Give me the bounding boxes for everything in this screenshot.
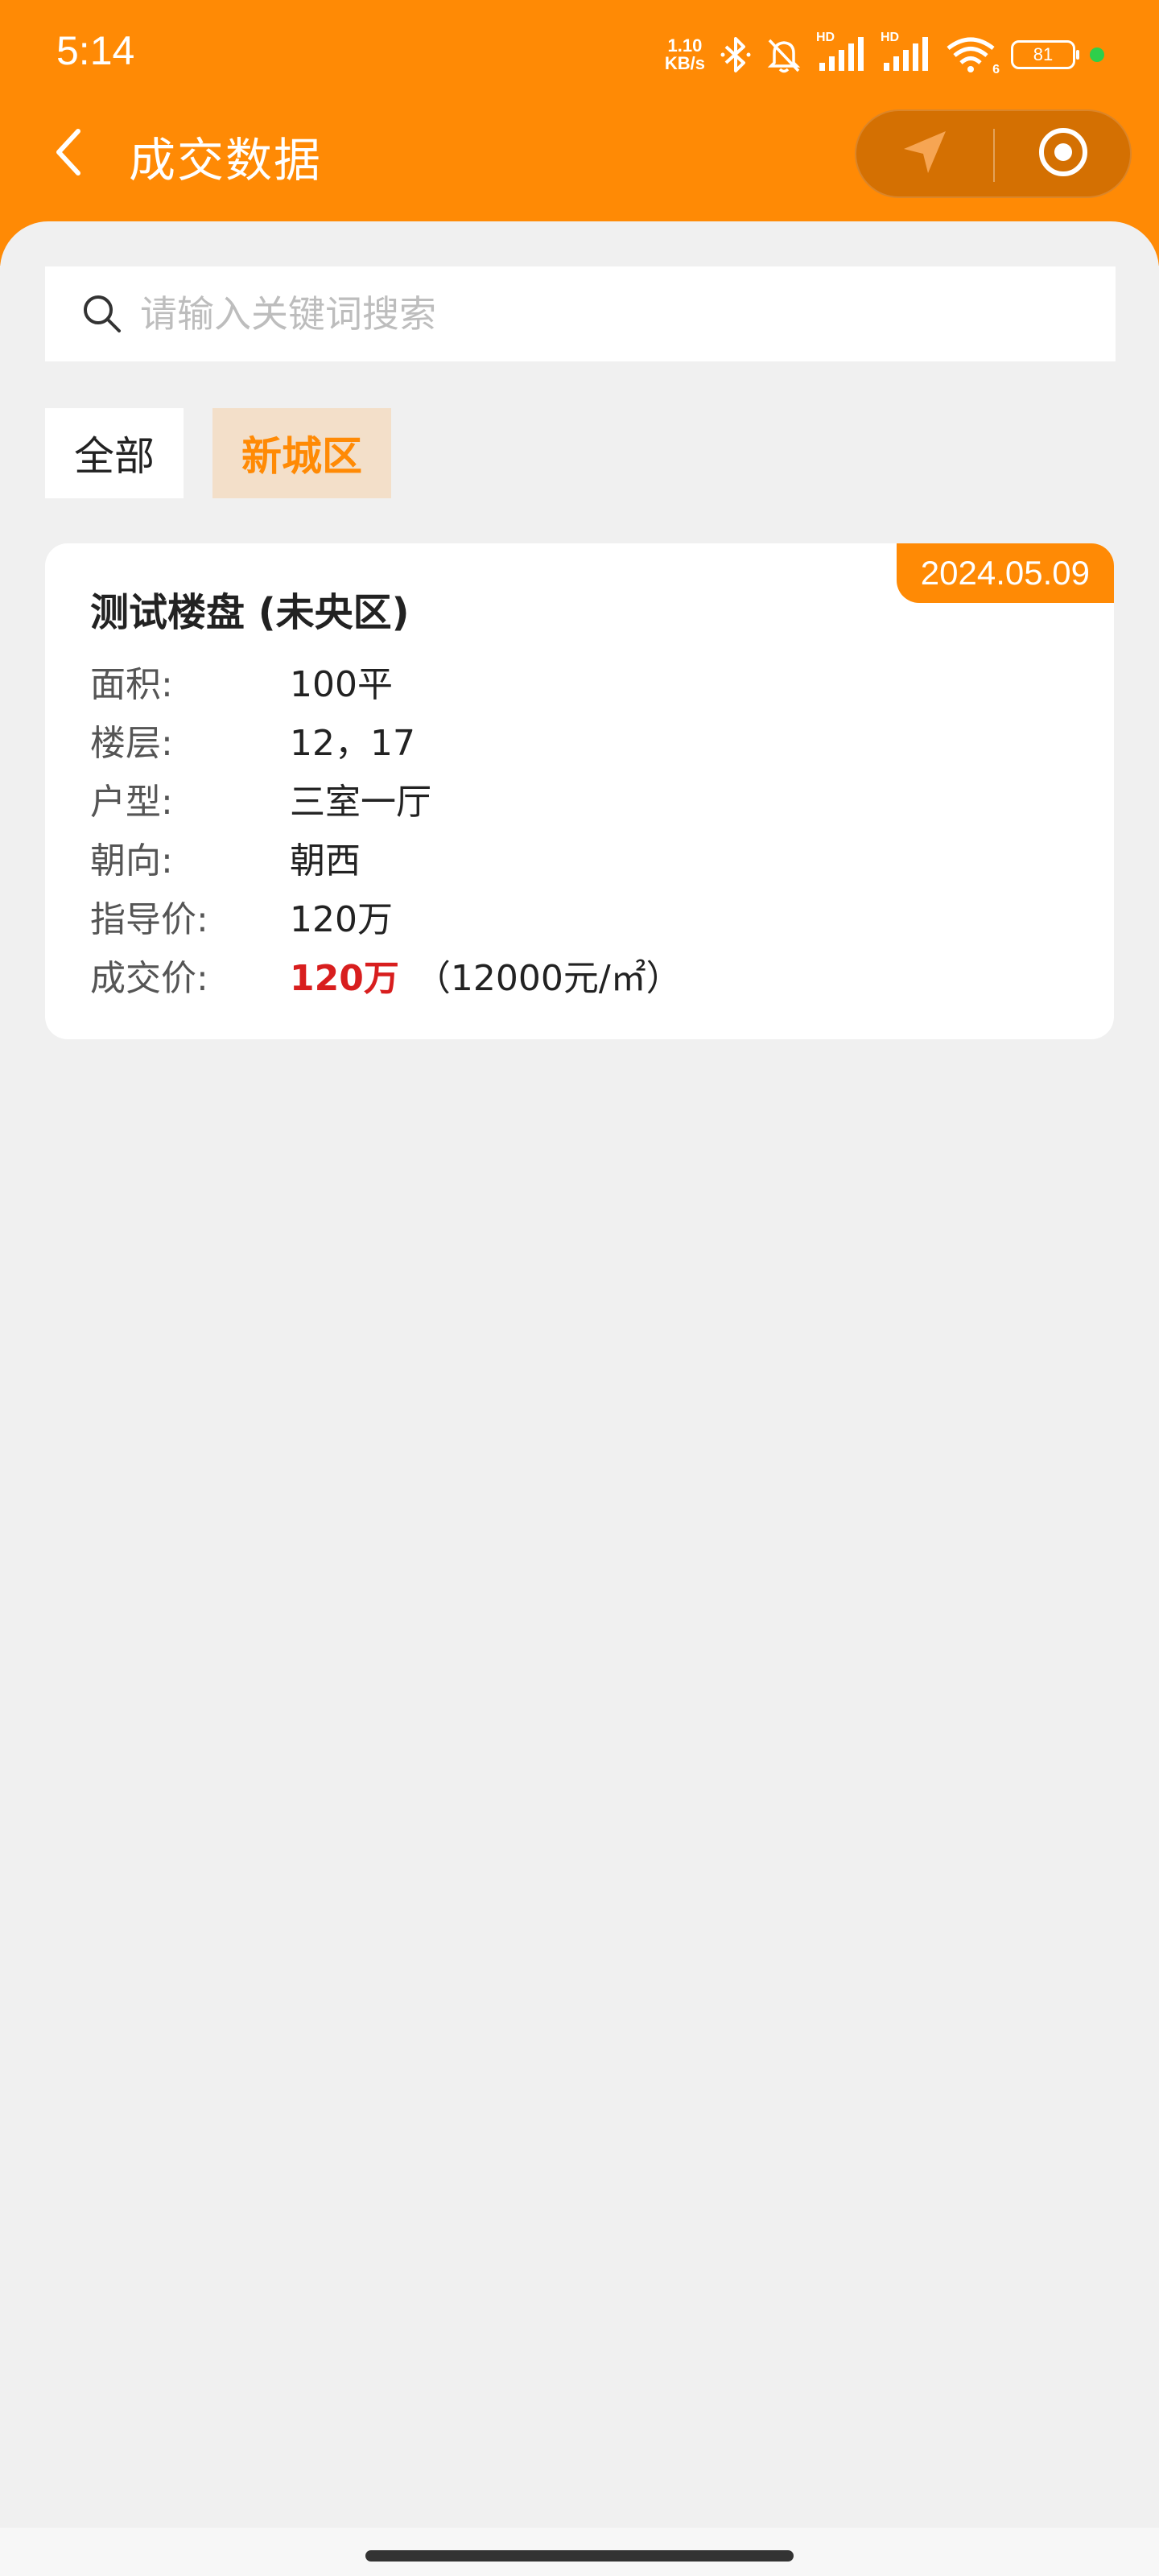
info-row-layout: 户型: 三室一厅 (90, 769, 682, 828)
battery-level: 81 (1033, 44, 1054, 64)
gesture-bar (0, 2528, 1159, 2576)
content-panel: 全部 新城区 2024.05.09 测试楼盘 (未央区) 面积: 100平 楼层… (0, 221, 1159, 2576)
signal-hd-label: HD (881, 31, 900, 44)
info-label: 楼层: (90, 722, 173, 764)
info-label: 成交价: (90, 957, 208, 999)
page-title: 成交数据 (129, 133, 323, 188)
info-value: 120万 (290, 898, 393, 940)
deal-record-card[interactable]: 2024.05.09 测试楼盘 (未央区) 面积: 100平 楼层: 12，17… (45, 543, 1114, 1039)
info-row-area: 面积: 100平 (90, 651, 682, 710)
search-input[interactable] (138, 291, 1067, 336)
signal-hd-label: HD (816, 31, 835, 44)
deal-date-badge: 2024.05.09 (896, 543, 1114, 603)
record-target-icon (1036, 125, 1091, 183)
info-row-deal-price: 成交价: 120万 （12000元/㎡） (90, 945, 682, 1004)
battery-icon: 81 (1011, 40, 1079, 69)
privacy-indicator-dot (1090, 47, 1104, 62)
info-row-guide-price: 指导价: 120万 (90, 886, 682, 945)
filter-tab-all[interactable]: 全部 (45, 408, 184, 498)
info-label: 指导价: (90, 898, 208, 940)
district-filter-tabs: 全部 新城区 (45, 408, 391, 498)
search-icon (80, 292, 124, 336)
home-indicator[interactable] (365, 2550, 794, 2562)
info-label: 面积: (90, 663, 173, 705)
chevron-left-icon (52, 126, 85, 181)
wifi-icon: 6 (945, 35, 1000, 76)
screen: 5:14 1.10 KB/s HD HD 6 81 成交数据 请输入关键词搜索 … (0, 0, 1159, 2576)
unit-price-value: （12000元/㎡） (415, 957, 682, 999)
info-label: 朝向: (90, 840, 173, 881)
filter-tab-xincheng[interactable]: 新城区 (212, 408, 391, 498)
location-button[interactable] (856, 111, 993, 196)
signal-icon: HD (816, 31, 866, 74)
network-speed-value: 1.10 (667, 35, 703, 56)
info-label: 户型: (90, 781, 173, 823)
wifi-generation-label: 6 (992, 63, 1000, 76)
info-value: 100平 (290, 663, 393, 705)
status-bar: 5:14 1.10 KB/s HD HD 6 81 (0, 0, 1159, 105)
network-speed: 1.10 KB/s (665, 37, 705, 72)
mini-program-capsule (855, 109, 1132, 198)
navigation-arrow-icon (899, 126, 951, 181)
info-row-floor: 楼层: 12，17 (90, 710, 682, 769)
status-icons: 1.10 KB/s HD HD 6 81 (665, 31, 1104, 77)
bluetooth-icon (720, 35, 752, 74)
info-value: 三室一厅 (290, 781, 431, 823)
deal-price-value: 120万 (290, 957, 399, 999)
close-miniprogram-button[interactable] (995, 111, 1132, 196)
info-row-orientation: 朝向: 朝西 (90, 828, 682, 886)
info-value: 12，17 (290, 722, 415, 764)
back-button[interactable] (40, 126, 97, 182)
search-bar[interactable] (45, 266, 1116, 361)
network-speed-unit: KB/s (664, 53, 705, 73)
property-title: 测试楼盘 (未央区) (90, 590, 410, 635)
status-time: 5:14 (56, 28, 135, 73)
signal-icon: HD (881, 31, 930, 74)
property-info-list: 面积: 100平 楼层: 12，17 户型: 三室一厅 朝向: 朝西 指导价: (90, 651, 682, 1004)
mute-bell-icon (766, 35, 802, 74)
app-header: 成交数据 (0, 105, 1159, 201)
info-value: 朝西 (290, 840, 361, 881)
